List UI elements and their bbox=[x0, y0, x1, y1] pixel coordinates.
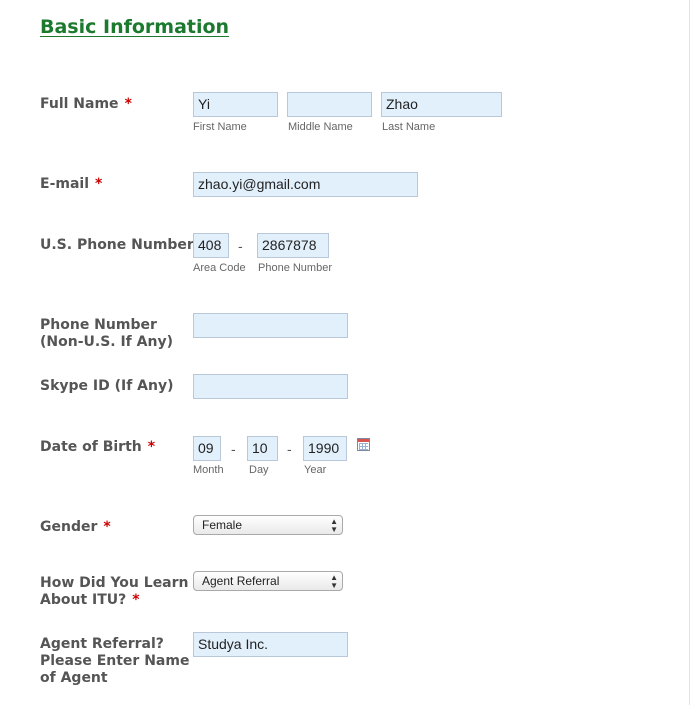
dob-label: Date of Birth * bbox=[40, 439, 156, 455]
us-phone-label: U.S. Phone Number bbox=[40, 237, 194, 253]
calendar-icon[interactable] bbox=[357, 438, 370, 451]
dob-year-sublabel: Year bbox=[304, 464, 327, 476]
last-name-input[interactable]: Zhao bbox=[381, 92, 502, 117]
dob-separator: - bbox=[287, 441, 292, 457]
agent-referral-label: Agent Referral? Please Enter Name of Agent bbox=[40, 636, 190, 686]
area-code-input[interactable]: 408 bbox=[193, 233, 229, 258]
required-asterisk: * bbox=[124, 96, 132, 112]
required-asterisk: * bbox=[95, 176, 103, 192]
required-asterisk: * bbox=[132, 592, 140, 608]
last-name-sublabel: Last Name bbox=[382, 121, 436, 133]
learn-about-label: How Did You Learn About ITU? * bbox=[40, 575, 189, 608]
agent-name-input[interactable]: Studya Inc. bbox=[193, 632, 348, 657]
right-border bbox=[689, 0, 690, 705]
dob-day-sublabel: Day bbox=[249, 464, 269, 476]
gender-label: Gender * bbox=[40, 519, 111, 535]
area-code-sublabel: Area Code bbox=[193, 262, 246, 274]
required-asterisk: * bbox=[103, 519, 111, 535]
phone-number-input[interactable]: 2867878 bbox=[257, 233, 329, 258]
dob-day-input[interactable]: 10 bbox=[247, 436, 278, 461]
skype-label: Skype ID (If Any) bbox=[40, 378, 174, 394]
middle-name-input[interactable] bbox=[287, 92, 372, 117]
section-title: Basic Information bbox=[40, 16, 230, 38]
dob-month-input[interactable]: 09 bbox=[193, 436, 221, 461]
dob-month-sublabel: Month bbox=[193, 464, 224, 476]
middle-name-sublabel: Middle Name bbox=[288, 121, 353, 133]
required-asterisk: * bbox=[147, 439, 156, 455]
phone-separator: - bbox=[238, 238, 243, 254]
select-arrows-icon: ▲ ▼ bbox=[330, 573, 338, 590]
non-us-phone-label: Phone Number (Non-U.S. If Any) bbox=[40, 317, 173, 350]
phone-number-sublabel: Phone Number bbox=[258, 262, 332, 274]
full-name-label: Full Name * bbox=[40, 96, 132, 112]
skype-input[interactable] bbox=[193, 374, 348, 399]
email-input[interactable]: zhao.yi@gmail.com bbox=[193, 172, 418, 197]
learn-about-select[interactable]: Agent Referral ▲ ▼ bbox=[193, 571, 343, 591]
select-arrows-icon: ▲ ▼ bbox=[330, 517, 338, 534]
learn-about-selected-value: Agent Referral bbox=[202, 574, 280, 588]
dob-separator: - bbox=[231, 441, 236, 457]
gender-selected-value: Female bbox=[202, 518, 243, 532]
first-name-input[interactable]: Yi bbox=[193, 92, 278, 117]
dob-year-input[interactable]: 1990 bbox=[303, 436, 347, 461]
gender-select[interactable]: Female ▲ ▼ bbox=[193, 515, 343, 535]
email-label: E-mail * bbox=[40, 176, 103, 192]
non-us-phone-input[interactable] bbox=[193, 313, 348, 338]
first-name-sublabel: First Name bbox=[193, 121, 247, 133]
